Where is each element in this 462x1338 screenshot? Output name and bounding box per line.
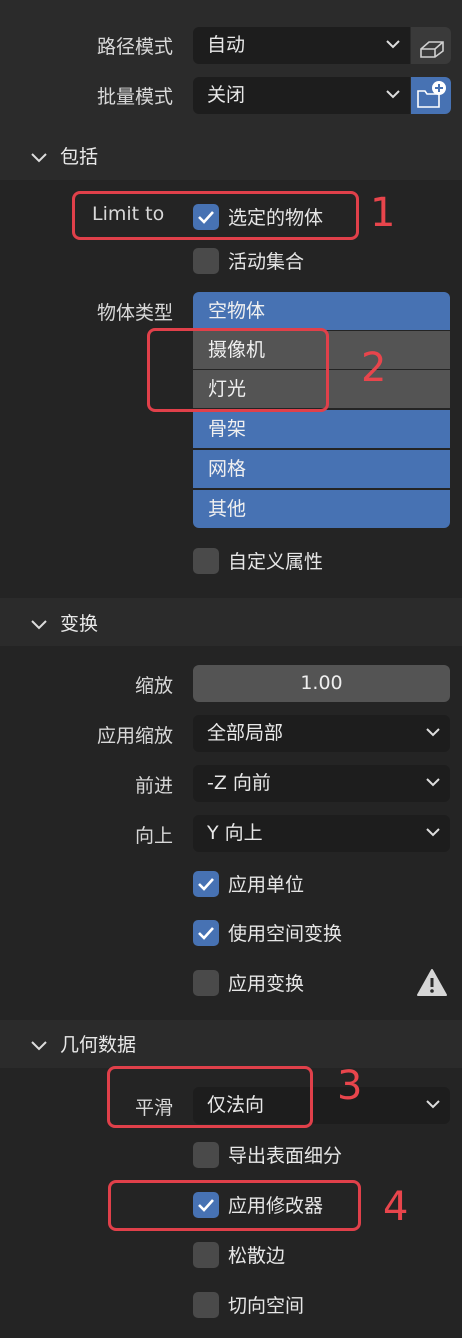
batch-mode-value: 关闭 xyxy=(207,84,246,106)
apply-unit-checkbox[interactable] xyxy=(193,871,219,897)
active-collection-checkbox[interactable] xyxy=(193,248,219,274)
annotation-number-1: 1 xyxy=(370,190,396,236)
chevron-down-icon xyxy=(386,27,402,64)
chevron-down-icon xyxy=(426,765,442,802)
annotation-number-4: 4 xyxy=(383,1184,409,1230)
forward-label: 前进 xyxy=(134,775,173,797)
include-title: 包括 xyxy=(60,146,99,168)
batch-mode-label: 批量模式 xyxy=(96,86,173,108)
up-value: Y 向上 xyxy=(207,822,263,844)
object-type-mesh[interactable]: 网格 xyxy=(193,450,450,488)
tangent-space-label: 切向空间 xyxy=(228,1295,305,1317)
path-mode-dropdown[interactable]: 自动 xyxy=(193,27,410,64)
apply-scaling-dropdown[interactable]: 全部局部 xyxy=(193,715,450,752)
batch-mode-dropdown[interactable]: 关闭 xyxy=(193,77,410,114)
annotation-box-4 xyxy=(108,1180,361,1231)
warning-icon xyxy=(416,968,448,1002)
chevron-down-icon xyxy=(426,815,442,852)
chevron-down-icon xyxy=(426,715,442,752)
scale-field[interactable]: 1.00 xyxy=(193,665,450,702)
annotation-box-2 xyxy=(147,328,329,412)
up-dropdown[interactable]: Y 向上 xyxy=(193,815,450,852)
annotation-box-1 xyxy=(72,191,359,240)
chevron-down-icon xyxy=(30,149,48,168)
box-icon[interactable] xyxy=(411,27,451,64)
forward-dropdown[interactable]: -Z 向前 xyxy=(193,765,450,802)
scale-label: 缩放 xyxy=(134,675,173,697)
transform-header[interactable]: 变换 xyxy=(0,598,462,648)
forward-value: -Z 向前 xyxy=(207,772,271,794)
active-collection-label: 活动集合 xyxy=(228,251,305,273)
up-label: 向上 xyxy=(134,825,173,847)
chevron-down-icon xyxy=(30,1037,48,1056)
apply-transform-checkbox[interactable] xyxy=(193,970,219,996)
export-subdiv-checkbox[interactable] xyxy=(193,1142,219,1168)
annotation-number-3: 3 xyxy=(337,1063,363,1109)
object-types-label: 物体类型 xyxy=(96,302,173,324)
geometry-header[interactable]: 几何数据 xyxy=(0,1019,462,1069)
use-space-transform-checkbox[interactable] xyxy=(193,920,219,946)
tangent-space-checkbox[interactable] xyxy=(193,1292,219,1318)
apply-scaling-label: 应用缩放 xyxy=(96,725,173,747)
path-mode-label: 路径模式 xyxy=(96,36,173,58)
object-type-armature[interactable]: 骨架 xyxy=(193,410,450,448)
chevron-down-icon xyxy=(386,77,402,114)
chevron-down-icon xyxy=(30,616,48,635)
scale-value: 1.00 xyxy=(300,672,343,694)
annotation-box-3 xyxy=(107,1066,313,1128)
apply-scaling-value: 全部局部 xyxy=(207,722,284,744)
chevron-down-icon xyxy=(426,1087,442,1124)
apply-transform-label: 应用变换 xyxy=(228,973,305,995)
object-type-empty[interactable]: 空物体 xyxy=(193,292,450,330)
export-subdiv-label: 导出表面细分 xyxy=(228,1145,343,1167)
custom-props-checkbox[interactable] xyxy=(193,548,219,574)
geometry-title: 几何数据 xyxy=(60,1034,137,1056)
use-space-transform-label: 使用空间变换 xyxy=(228,923,343,945)
custom-props-label: 自定义属性 xyxy=(228,551,324,573)
path-mode-value: 自动 xyxy=(207,34,246,56)
annotation-number-2: 2 xyxy=(361,345,387,391)
object-type-other[interactable]: 其他 xyxy=(193,490,450,528)
loose-edges-checkbox[interactable] xyxy=(193,1242,219,1268)
transform-title: 变换 xyxy=(60,613,99,635)
include-header[interactable]: 包括 xyxy=(0,131,462,181)
loose-edges-label: 松散边 xyxy=(228,1245,286,1267)
new-folder-icon[interactable] xyxy=(411,77,451,114)
apply-unit-label: 应用单位 xyxy=(228,874,305,896)
